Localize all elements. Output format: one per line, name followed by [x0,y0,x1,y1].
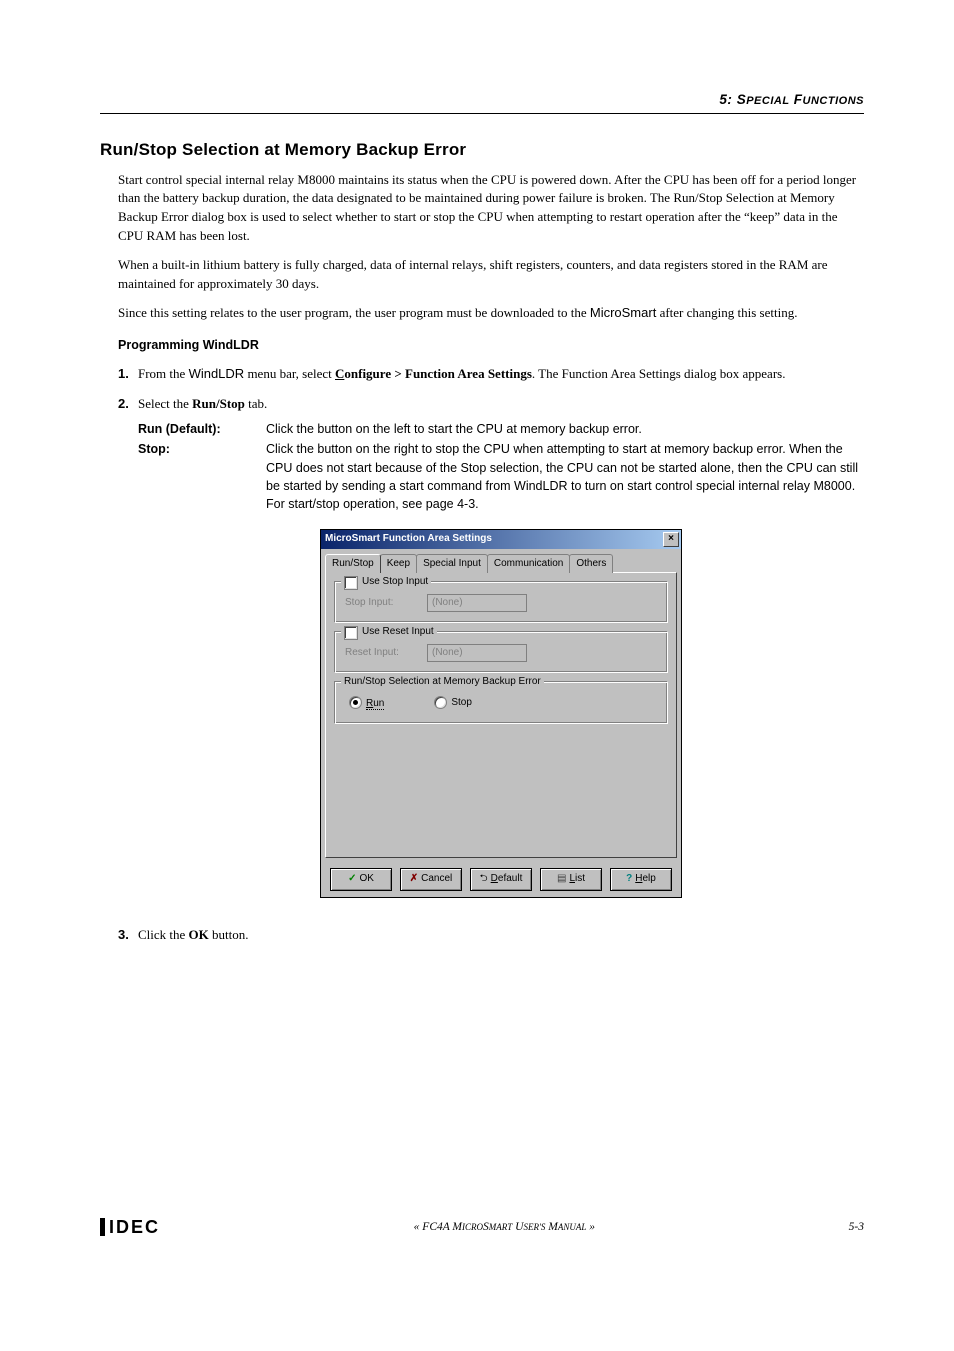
logo-bar-icon [100,1218,105,1236]
para-1: Start control special internal relay M80… [118,171,864,246]
close-icon[interactable]: × [663,532,679,547]
section-title: Run/Stop Selection at Memory Backup Erro… [100,138,864,163]
x-icon: ✗ [410,872,418,887]
radio-run-wrap[interactable]: Run [349,696,384,711]
stop-input-field[interactable]: (None) [427,594,527,612]
run-label: Run (Default): [138,420,266,438]
step-1: 1. From the WindLDR menu bar, select Con… [118,365,864,384]
chapter-number: 5: [719,92,736,107]
para-2: When a built-in lithium battery is fully… [118,256,864,294]
group-runstop-selection: Run/Stop Selection at Memory Backup Erro… [334,681,668,724]
run-desc: Click the button on the left to start th… [266,420,642,438]
radio-stop[interactable] [434,696,447,709]
programming-heading: Programming WindLDR [118,336,864,354]
step-3: 3. Click the OK button. [118,926,864,945]
help-button[interactable]: ?Help [610,868,672,891]
dialog-title: MicroSmart Function Area Settings [325,532,492,547]
para-3: Since this setting relates to the user p… [118,304,864,323]
tab-communication[interactable]: Communication [487,554,570,574]
cancel-button[interactable]: ✗Cancel [400,868,462,891]
tab-special-input[interactable]: Special Input [416,554,488,574]
ok-button[interactable]: ✓OK [330,868,392,891]
radio-stop-wrap[interactable]: Stop [434,696,472,711]
footer-center: « FC4A MICROSMART USER'S MANUAL » [414,1219,595,1236]
page-number: 5-3 [849,1219,864,1236]
group-use-stop: Use Stop Input Stop Input: (None) [334,581,668,623]
help-icon: ? [626,872,632,887]
dialog-tabs: Run/Stop Keep Special Input Communicatio… [321,549,681,573]
use-reset-checkbox[interactable] [344,626,358,640]
step-2: 2. Select the Run/Stop tab. Run (Default… [118,395,864,897]
use-stop-checkbox[interactable] [344,576,358,590]
reset-input-field[interactable]: (None) [427,644,527,662]
group-use-reset: Use Reset Input Reset Input: (None) [334,631,668,673]
chapter-title: SPECIAL FUNCTIONS [737,92,864,107]
function-area-dialog: MicroSmart Function Area Settings × Run/… [320,529,682,898]
list-icon: ▤ [557,872,566,887]
radio-run[interactable] [349,696,362,709]
tab-others[interactable]: Others [569,554,613,574]
stop-desc: Click the button on the right to stop th… [266,440,864,513]
list-button[interactable]: ▤List [540,868,602,891]
tab-runstop[interactable]: Run/Stop [325,554,381,574]
header-rule [100,113,864,114]
tab-keep[interactable]: Keep [380,554,417,574]
default-icon: ⮌ [480,872,488,887]
logo: IDEC [100,1214,160,1240]
check-icon: ✓ [348,872,356,887]
reset-input-label: Reset Input: [345,646,415,661]
default-button[interactable]: ⮌Default [470,868,532,891]
stop-input-label: Stop Input: [345,596,415,611]
stop-label: Stop: [138,440,266,513]
